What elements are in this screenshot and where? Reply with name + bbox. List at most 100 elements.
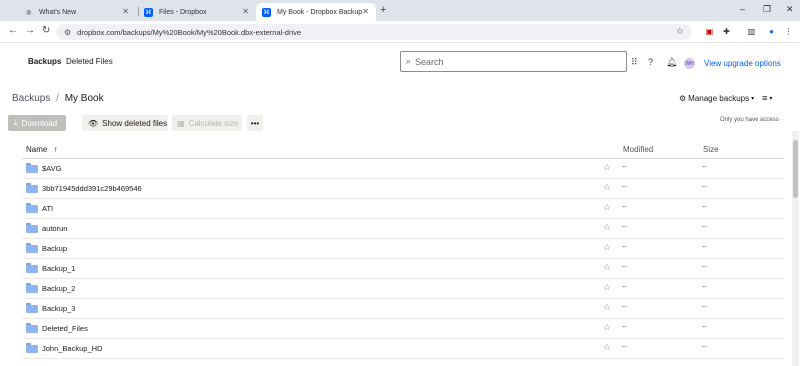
breadcrumb-separator: / — [56, 93, 59, 104]
manage-backups-button[interactable]: ⚙ Manage backups ▾ ≡ ▾ — [679, 93, 772, 103]
extension-icon[interactable]: ▣ — [704, 26, 715, 37]
back-icon[interactable]: ← — [8, 25, 18, 36]
file-name[interactable]: Deleted_Files — [42, 324, 88, 333]
new-tab-icon[interactable]: + — [380, 4, 386, 16]
close-icon[interactable]: ✕ — [122, 7, 129, 16]
view-upgrade-options-link[interactable]: View upgrade options — [704, 59, 781, 68]
search-icon: ⌕ — [406, 56, 412, 66]
nav-deleted-files[interactable]: Deleted Files — [66, 57, 113, 66]
table-row[interactable]: ATI ☆ -- -- — [22, 199, 784, 219]
sort-arrow-up-icon: ↑ — [53, 145, 58, 154]
file-name[interactable]: 3bb71945ddd391c29b469546 — [42, 184, 142, 193]
close-window-icon[interactable]: ✕ — [786, 4, 794, 15]
tab-files-dropbox[interactable]: ⌘ Files - Dropbox ✕ — [138, 3, 256, 21]
modified-value: -- — [622, 224, 627, 231]
chevron-down-icon: ▾ — [751, 95, 755, 102]
calculate-size-button[interactable]: ▦ Calculate size — [172, 115, 242, 131]
side-panel-icon[interactable]: ▥ — [746, 26, 757, 37]
file-name[interactable]: John_Backup_HD — [42, 344, 102, 353]
folder-icon — [26, 183, 38, 193]
file-name[interactable]: Backup_3 — [42, 304, 75, 313]
table-row[interactable]: 3bb71945ddd391c29b469546 ☆ -- -- — [22, 179, 784, 199]
restore-icon[interactable]: ❐ — [763, 4, 771, 15]
reload-icon[interactable]: ↻ — [42, 25, 50, 36]
avatar[interactable]: WH — [684, 58, 695, 69]
table-row[interactable]: John_Backup_HD ☆ -- -- — [22, 339, 784, 359]
file-name[interactable]: Backup_2 — [42, 284, 75, 293]
star-icon[interactable]: ☆ — [603, 222, 611, 233]
gear-icon: ⚙ — [679, 93, 687, 103]
view-options-icon[interactable]: ≡ — [762, 93, 767, 103]
bell-icon[interactable]: 🔔︎ — [666, 57, 677, 68]
eye-icon: 👁︎ — [88, 118, 99, 128]
file-name[interactable]: $AVG — [42, 164, 61, 173]
table-row[interactable]: $AVG ☆ -- -- — [22, 159, 784, 179]
table-row[interactable]: autorun ☆ -- -- — [22, 219, 784, 239]
show-deleted-label: Show deleted files — [102, 118, 168, 128]
calculator-icon: ▦ — [177, 118, 185, 128]
close-icon[interactable]: ✕ — [362, 7, 369, 16]
globe-icon: ◍ — [25, 9, 32, 16]
profile-icon[interactable]: ● — [766, 26, 777, 37]
folder-icon — [26, 283, 38, 293]
close-icon[interactable]: ✕ — [242, 7, 249, 16]
search-placeholder: Search — [415, 56, 444, 67]
table-row[interactable]: Deleted_Files ☆ -- -- — [22, 319, 784, 339]
dropbox-icon: ⌘ — [144, 7, 153, 17]
tab-my-book-backup[interactable]: ⌘ My Book - Dropbox Backup ✕ — [256, 3, 376, 21]
show-deleted-files-button[interactable]: 👁︎ Show deleted files — [82, 115, 168, 131]
star-icon[interactable]: ☆ — [603, 202, 611, 213]
modified-value: -- — [622, 344, 627, 351]
star-icon[interactable]: ☆ — [603, 262, 611, 273]
size-value: -- — [702, 304, 707, 311]
table-row[interactable]: Backup_1 ☆ -- -- — [22, 259, 784, 279]
star-icon[interactable]: ☆ — [603, 322, 611, 333]
folder-icon — [26, 323, 38, 333]
minimize-icon[interactable]: – — [740, 4, 745, 14]
file-name[interactable]: ATI — [42, 204, 53, 213]
star-icon[interactable]: ☆ — [603, 342, 611, 353]
breadcrumb-root[interactable]: Backups — [12, 93, 50, 104]
column-header-name[interactable]: Name ↑ — [26, 145, 58, 154]
download-icon: ⤓ — [14, 118, 18, 127]
file-name[interactable]: Backup — [42, 244, 67, 253]
size-value: -- — [702, 344, 707, 351]
table-row[interactable]: Backup ☆ -- -- — [22, 239, 784, 259]
nav-backups[interactable]: Backups — [28, 57, 61, 66]
puzzle-icon[interactable]: ✚ — [721, 26, 732, 37]
modified-value: -- — [622, 244, 627, 251]
calculate-size-label: Calculate size — [188, 118, 239, 128]
more-actions-button[interactable]: ••• — [247, 115, 263, 131]
column-header-size[interactable]: Size — [703, 145, 719, 154]
download-button[interactable]: ⤓ Download — [8, 115, 66, 131]
modified-value: -- — [622, 284, 627, 291]
address-bar[interactable]: ⚙ dropbox.com/backups/My%20Book/My%20Boo… — [56, 24, 692, 40]
star-icon[interactable]: ☆ — [603, 242, 611, 253]
table-row[interactable]: Backup_2 ☆ -- -- — [22, 279, 784, 299]
scrollbar-thumb[interactable] — [793, 140, 798, 198]
size-value: -- — [702, 224, 707, 231]
breadcrumb: Backups / My Book — [12, 93, 104, 104]
star-icon[interactable]: ☆ — [603, 282, 611, 293]
access-note: Only you have access — [720, 117, 779, 123]
folder-icon — [26, 223, 38, 233]
column-name-label: Name — [26, 145, 48, 154]
bookmark-star-icon[interactable]: ☆ — [676, 26, 684, 37]
forward-icon[interactable]: → — [25, 25, 35, 36]
star-icon[interactable]: ☆ — [603, 162, 611, 173]
star-icon[interactable]: ☆ — [603, 302, 611, 313]
table-row[interactable]: Backup_3 ☆ -- -- — [22, 299, 784, 319]
star-icon[interactable]: ☆ — [603, 182, 611, 193]
file-name[interactable]: Backup_1 — [42, 264, 75, 273]
folder-icon — [26, 243, 38, 253]
folder-icon — [26, 343, 38, 353]
tab-title: What's New — [39, 8, 77, 16]
menu-icon[interactable]: ⋮ — [783, 26, 794, 37]
apps-grid-icon[interactable]: ⠿ — [631, 57, 638, 68]
tab-whats-new[interactable]: ◍ What's New ✕ — [18, 3, 136, 21]
file-name[interactable]: autorun — [42, 224, 67, 233]
help-icon[interactable]: ? — [648, 57, 653, 67]
column-header-modified[interactable]: Modified — [623, 145, 653, 154]
search-input[interactable]: ⌕ Search — [400, 51, 627, 72]
site-info-icon[interactable]: ⚙ — [64, 28, 71, 37]
